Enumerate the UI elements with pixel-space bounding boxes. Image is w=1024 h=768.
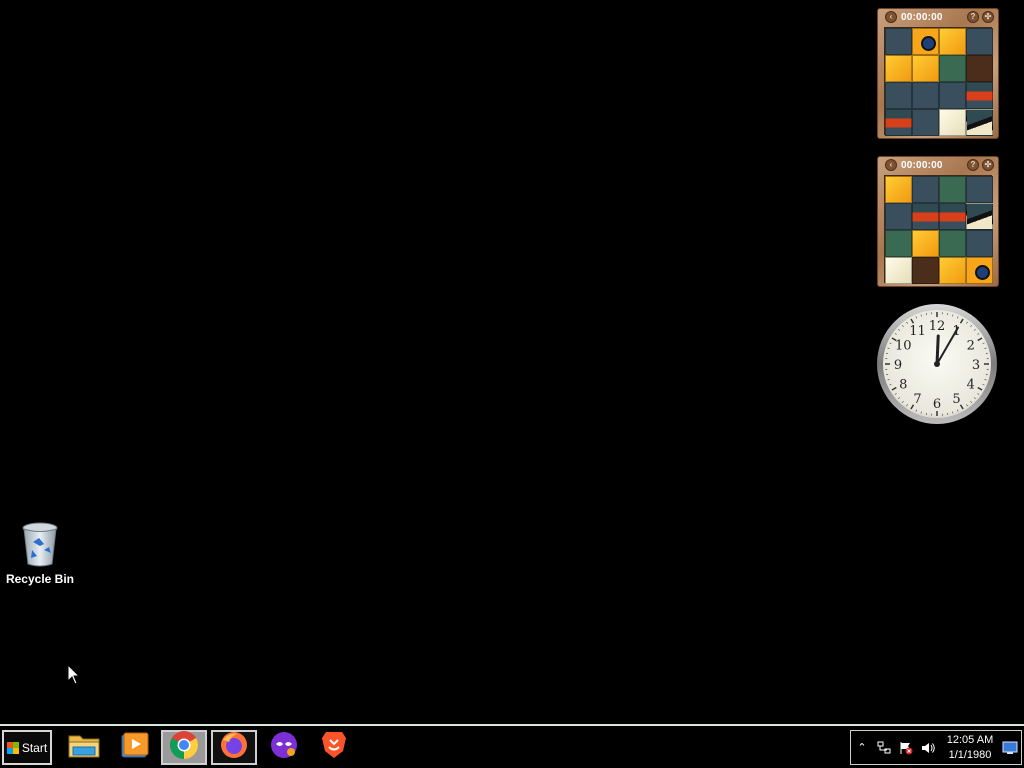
puzzle-tile[interactable] [939, 230, 966, 257]
show-hidden-icons-icon[interactable]: ⌃ [851, 738, 873, 758]
puzzle-tile[interactable] [966, 109, 993, 136]
desktop[interactable]: Recycle Bin ‹ 00:00:00 ? ✣ ‹ 00:00:00 ? … [0, 0, 1024, 724]
media-player-icon [119, 730, 149, 765]
clock-pivot [934, 361, 940, 367]
puzzle-tile[interactable] [966, 257, 993, 284]
solve-icon[interactable]: ✣ [982, 159, 994, 171]
tray-date: 1/1/1980 [948, 748, 992, 761]
taskbar-file-explorer[interactable] [61, 730, 107, 765]
clock-number: 10 [895, 339, 912, 354]
puzzle-grid[interactable] [884, 175, 993, 284]
clock-gadget[interactable]: 121234567891011 [876, 303, 998, 425]
mouse-cursor-icon [67, 663, 81, 690]
action-center-flag-icon[interactable] [895, 738, 917, 758]
tor-browser-icon [269, 730, 299, 765]
recycle-bin-label: Recycle Bin [5, 572, 75, 586]
taskbar-brave[interactable] [311, 730, 357, 765]
system-tray: ⌃ 12:05 AM 1/1/1980 [850, 730, 1022, 765]
puzzle-tile[interactable] [885, 28, 912, 55]
puzzle-tile[interactable] [939, 55, 966, 82]
help-icon[interactable]: ? [967, 159, 979, 171]
taskbar-media-player[interactable] [111, 730, 157, 765]
show-desktop-icon[interactable] [999, 738, 1021, 758]
puzzle-tile[interactable] [939, 203, 966, 230]
puzzle-tile[interactable] [912, 176, 939, 203]
recycle-bin-icon [20, 520, 60, 568]
volume-icon[interactable] [917, 738, 939, 758]
brave-icon [320, 730, 348, 765]
start-button[interactable]: Start [2, 730, 52, 765]
clock-number: 11 [909, 324, 926, 339]
puzzle-tile[interactable] [939, 28, 966, 55]
puzzle-tile[interactable] [912, 82, 939, 109]
clock-number: 12 [929, 319, 946, 334]
taskbar-chrome[interactable] [161, 730, 207, 765]
clock-number: 4 [967, 378, 975, 393]
puzzle-tile[interactable] [885, 203, 912, 230]
start-label: Start [21, 740, 48, 755]
gadget-title-bar: ‹ 00:00:00 ? ✣ [878, 157, 998, 173]
puzzle-tile[interactable] [912, 257, 939, 284]
tray-time: 12:05 AM [946, 733, 994, 746]
clock-number: 3 [972, 358, 980, 373]
puzzle-tile[interactable] [939, 82, 966, 109]
puzzle-timer: 00:00:00 [901, 159, 943, 171]
clock-number: 7 [913, 392, 921, 407]
taskbar-firefox[interactable] [211, 730, 257, 765]
puzzle-tile[interactable] [912, 230, 939, 257]
puzzle-tile[interactable] [939, 109, 966, 136]
puzzle-timer: 00:00:00 [901, 11, 943, 23]
clock-number: 5 [952, 392, 960, 407]
puzzle-tile[interactable] [912, 203, 939, 230]
picture-puzzle-gadget[interactable]: ‹ 00:00:00 ? ✣ [877, 156, 999, 287]
desktop-icon-recycle-bin[interactable]: Recycle Bin [4, 520, 76, 586]
puzzle-tile[interactable] [912, 28, 939, 55]
puzzle-tile[interactable] [966, 55, 993, 82]
windows-logo-icon [6, 741, 19, 754]
puzzle-tile[interactable] [885, 257, 912, 284]
puzzle-tile[interactable] [885, 82, 912, 109]
puzzle-grid[interactable] [884, 27, 993, 136]
clock-number: 2 [967, 339, 975, 354]
network-icon[interactable] [873, 738, 895, 758]
file-explorer-icon [67, 730, 101, 765]
tray-clock[interactable]: 12:05 AM 1/1/1980 [941, 733, 999, 763]
chrome-icon [169, 730, 199, 765]
puzzle-tile[interactable] [939, 257, 966, 284]
solve-icon[interactable]: ✣ [982, 11, 994, 23]
taskbar-tor-browser[interactable] [261, 730, 307, 765]
puzzle-tile[interactable] [885, 176, 912, 203]
previous-icon[interactable]: ‹ [885, 159, 897, 171]
help-icon[interactable]: ? [967, 11, 979, 23]
clock-number: 9 [894, 358, 902, 373]
puzzle-tile[interactable] [966, 82, 993, 109]
puzzle-tile[interactable] [966, 28, 993, 55]
puzzle-tile[interactable] [885, 55, 912, 82]
clock-number: 8 [899, 378, 907, 393]
taskbar: Start ⌃ 12:05 AM 1/1/1980 [0, 724, 1024, 768]
hour-hand [935, 334, 940, 366]
puzzle-tile[interactable] [885, 109, 912, 136]
puzzle-tile[interactable] [966, 176, 993, 203]
puzzle-tile[interactable] [966, 230, 993, 257]
puzzle-tile[interactable] [912, 55, 939, 82]
firefox-icon [219, 730, 249, 765]
puzzle-tile[interactable] [885, 230, 912, 257]
puzzle-tile[interactable] [966, 203, 993, 230]
puzzle-tile[interactable] [912, 109, 939, 136]
clock-number: 6 [933, 397, 941, 412]
puzzle-tile[interactable] [939, 176, 966, 203]
previous-icon[interactable]: ‹ [885, 11, 897, 23]
gadget-title-bar: ‹ 00:00:00 ? ✣ [878, 9, 998, 25]
picture-puzzle-gadget[interactable]: ‹ 00:00:00 ? ✣ [877, 8, 999, 139]
